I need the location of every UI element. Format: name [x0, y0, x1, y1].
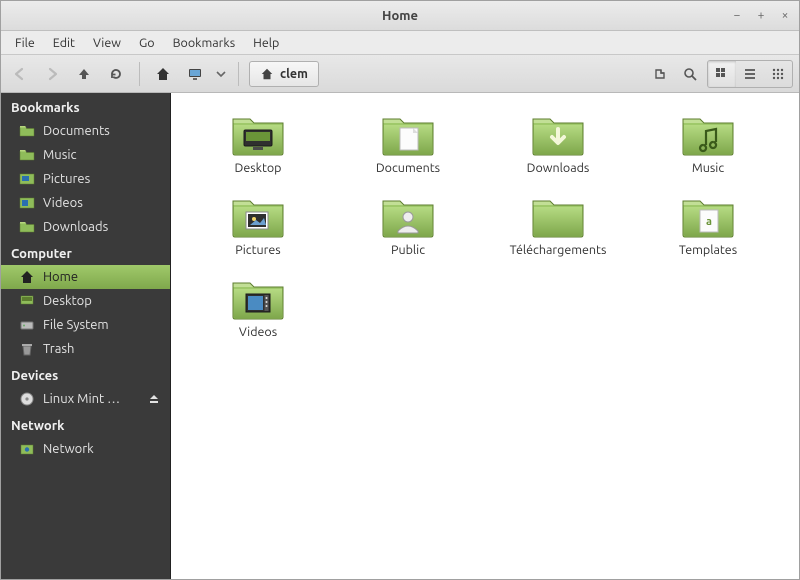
desktop-icon	[19, 293, 35, 309]
sidebar-item-label: Downloads	[43, 220, 108, 234]
sidebar-item-label: Pictures	[43, 172, 90, 186]
toggle-location-button[interactable]	[647, 61, 673, 87]
search-button[interactable]	[677, 61, 703, 87]
reload-button[interactable]	[103, 61, 129, 87]
folder-desktop[interactable]: Desktop	[183, 111, 333, 175]
sidebar-item-label: Trash	[43, 342, 74, 356]
sidebar-item-file-system[interactable]: File System	[1, 313, 170, 337]
music-icon	[19, 147, 35, 163]
menu-bookmarks[interactable]: Bookmarks	[165, 34, 244, 52]
sidebar-item-label: Videos	[43, 196, 83, 210]
downloads-icon	[19, 219, 35, 235]
path-segment-button[interactable]: clem	[249, 61, 319, 87]
menu-file[interactable]: File	[7, 34, 43, 52]
sidebar-item-label: Music	[43, 148, 77, 162]
maximize-button[interactable]: +	[753, 7, 769, 23]
folder-label: Pictures	[235, 243, 280, 257]
sidebar-item-documents[interactable]: Documents	[1, 119, 170, 143]
folder-label: Downloads	[527, 161, 590, 175]
pictures-icon	[19, 171, 35, 187]
sidebar-item-label: Desktop	[43, 294, 92, 308]
computer-icon[interactable]	[182, 61, 208, 87]
chevron-down-icon[interactable]	[214, 61, 228, 87]
folder-videos[interactable]: Videos	[183, 275, 333, 339]
path-label: clem	[280, 67, 308, 81]
sidebar-item-label: File System	[43, 318, 109, 332]
trash-icon	[19, 341, 35, 357]
sidebar-section-computer: Computer	[1, 239, 170, 265]
toolbar-separator	[139, 62, 140, 86]
sidebar-item-label: Documents	[43, 124, 110, 138]
menu-go[interactable]: Go	[131, 34, 163, 52]
documents-icon	[19, 123, 35, 139]
sidebar-section-devices: Devices	[1, 361, 170, 387]
sidebar-item-videos[interactable]: Videos	[1, 191, 170, 215]
close-button[interactable]: ×	[777, 7, 793, 23]
view-mode-toggle	[707, 60, 793, 88]
folder-public[interactable]: Public	[333, 193, 483, 257]
list-view-button[interactable]	[736, 61, 764, 87]
videos-icon	[19, 195, 35, 211]
window-controls: − + ×	[729, 7, 793, 23]
sidebar-item-label: Home	[43, 270, 78, 284]
folder-grid: Desktop Documents Downloads Music	[183, 111, 787, 339]
sidebar-item-music[interactable]: Music	[1, 143, 170, 167]
back-button[interactable]	[7, 61, 33, 87]
sidebar-item-desktop[interactable]: Desktop	[1, 289, 170, 313]
icon-view-button[interactable]	[708, 61, 736, 87]
sidebar-section-network: Network	[1, 411, 170, 437]
folder-label: Templates	[679, 243, 737, 257]
folder-label: Public	[391, 243, 425, 257]
titlebar: Home − + ×	[1, 1, 799, 31]
file-manager-window: Home − + × File Edit View Go Bookmarks H…	[0, 0, 800, 580]
compact-view-button[interactable]	[764, 61, 792, 87]
filesystem-icon	[19, 317, 35, 333]
folder-label: Desktop	[235, 161, 282, 175]
content-pane[interactable]: Desktop Documents Downloads Music	[171, 93, 799, 579]
toolbar-right	[647, 60, 793, 88]
home-icon	[19, 269, 35, 285]
disc-icon	[19, 391, 35, 407]
sidebar-item-network[interactable]: Network	[1, 437, 170, 461]
folder-templates[interactable]: a Templates	[633, 193, 783, 257]
network-icon	[19, 441, 35, 457]
menu-edit[interactable]: Edit	[45, 34, 83, 52]
sidebar-item-trash[interactable]: Trash	[1, 337, 170, 361]
sidebar: Bookmarks Documents Music Pictures Video…	[1, 93, 171, 579]
folder-label: Music	[692, 161, 724, 175]
window-title: Home	[382, 9, 418, 23]
sidebar-item-pictures[interactable]: Pictures	[1, 167, 170, 191]
minimize-button[interactable]: −	[729, 7, 745, 23]
toolbar: clem	[1, 55, 799, 93]
up-button[interactable]	[71, 61, 97, 87]
folder-t-l-chargements[interactable]: Téléchargements	[483, 193, 633, 257]
menu-view[interactable]: View	[85, 34, 129, 52]
svg-text:a: a	[706, 216, 712, 228]
menu-help[interactable]: Help	[245, 34, 287, 52]
body: Bookmarks Documents Music Pictures Video…	[1, 93, 799, 579]
folder-music[interactable]: Music	[633, 111, 783, 175]
eject-button[interactable]	[148, 393, 160, 405]
sidebar-item-device[interactable]: Linux Mint …	[1, 387, 170, 411]
folder-label: Téléchargements	[510, 243, 607, 257]
sidebar-item-downloads[interactable]: Downloads	[1, 215, 170, 239]
toolbar-separator-2	[238, 62, 239, 86]
folder-label: Videos	[239, 325, 277, 339]
sidebar-section-bookmarks: Bookmarks	[1, 93, 170, 119]
forward-button[interactable]	[39, 61, 65, 87]
home-icon	[260, 67, 274, 81]
folder-downloads[interactable]: Downloads	[483, 111, 633, 175]
menubar: File Edit View Go Bookmarks Help	[1, 31, 799, 55]
folder-documents[interactable]: Documents	[333, 111, 483, 175]
folder-label: Documents	[376, 161, 440, 175]
sidebar-item-label: Linux Mint …	[43, 392, 120, 406]
folder-pictures[interactable]: Pictures	[183, 193, 333, 257]
sidebar-item-home[interactable]: Home	[1, 265, 170, 289]
sidebar-item-label: Network	[43, 442, 94, 456]
home-toolbar-button[interactable]	[150, 61, 176, 87]
